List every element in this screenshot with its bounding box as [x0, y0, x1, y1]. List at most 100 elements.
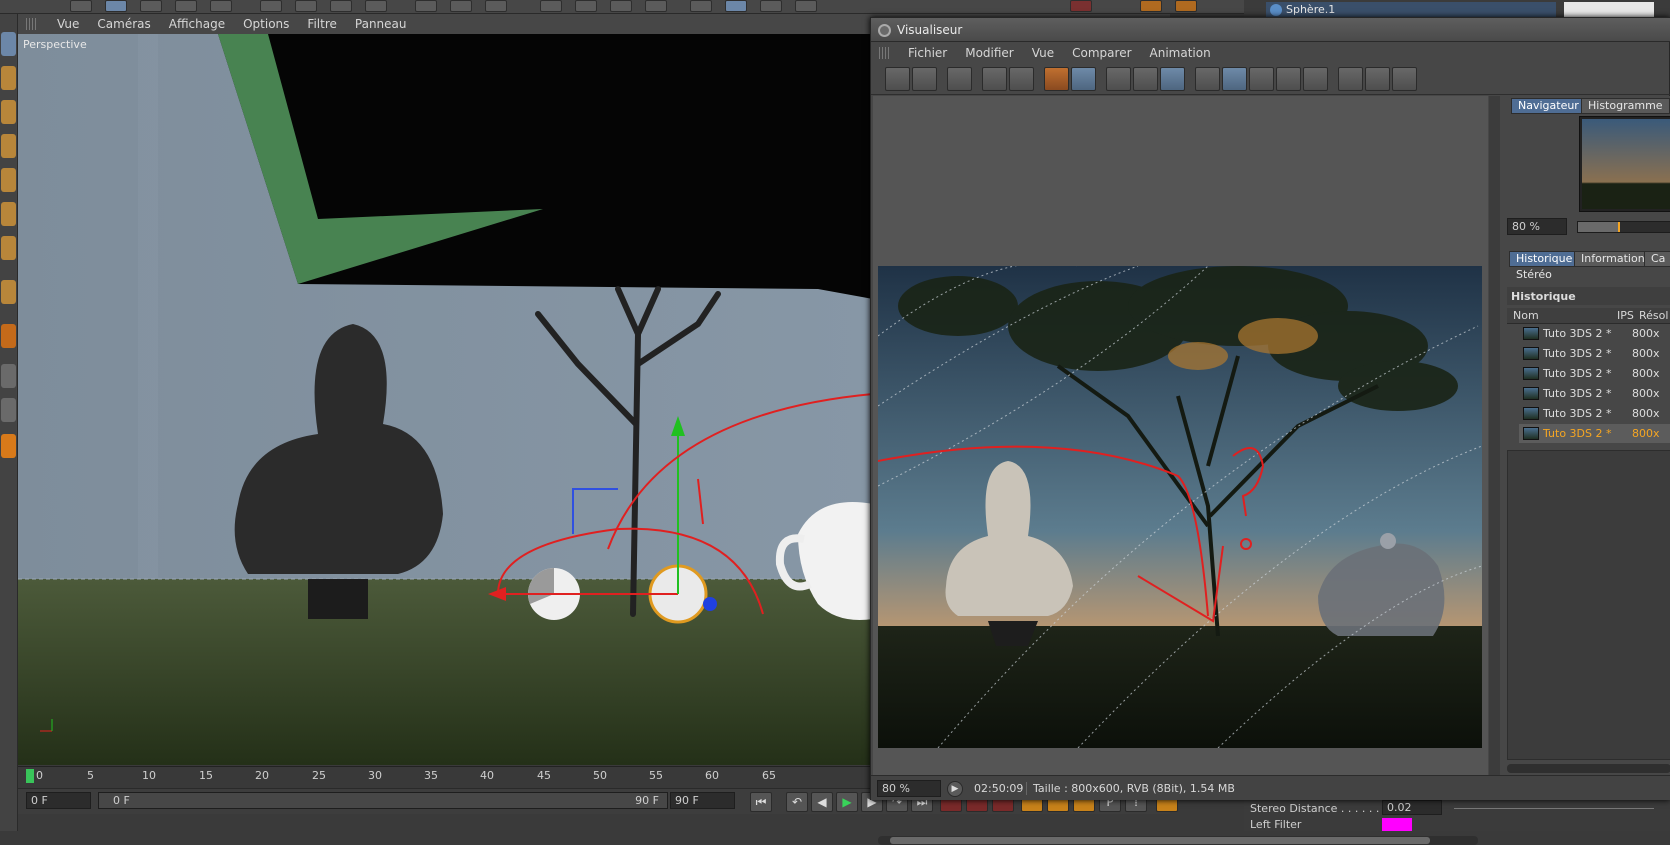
menu-panneau[interactable]: Panneau: [346, 17, 416, 31]
tab-historique[interactable]: Historique: [1509, 251, 1580, 267]
camera-label[interactable]: Perspective: [23, 38, 87, 51]
deformer-icon[interactable]: [690, 0, 712, 12]
history-row[interactable]: Tuto 3DS 2 * 800x: [1519, 384, 1670, 403]
zoom-search-icon[interactable]: [1009, 67, 1034, 91]
undo-icon[interactable]: [70, 0, 92, 12]
save-icon[interactable]: [912, 67, 937, 91]
range-slider[interactable]: 0 F 90 F: [98, 792, 668, 809]
menu-affichage[interactable]: Affichage: [160, 17, 234, 31]
stereo-distance-slider[interactable]: [1454, 808, 1654, 809]
menu-options[interactable]: Options: [234, 17, 298, 31]
menu-animation[interactable]: Animation: [1141, 46, 1220, 60]
tweak-icon[interactable]: [1, 324, 16, 348]
column-nom[interactable]: Nom: [1513, 309, 1539, 322]
array-icon[interactable]: [645, 0, 667, 12]
grid-icon[interactable]: [947, 67, 972, 91]
axis-mode-icon[interactable]: [1, 280, 16, 304]
nurbs-icon[interactable]: [610, 0, 632, 12]
menu-modifier[interactable]: Modifier: [956, 46, 1023, 60]
stereo-distance-field[interactable]: 0.02: [1382, 800, 1442, 815]
rendered-image[interactable]: [878, 266, 1482, 748]
stereo-both-icon[interactable]: [1392, 67, 1417, 91]
zoom-slider-handle[interactable]: [1618, 222, 1620, 232]
ab-split-icon[interactable]: [1222, 67, 1247, 91]
y-axis-icon[interactable]: [295, 0, 317, 12]
solo-icon[interactable]: [1, 434, 16, 458]
prev-frame-icon[interactable]: ◀: [811, 792, 833, 812]
menu-comparer[interactable]: Comparer: [1063, 46, 1140, 60]
window-titlebar[interactable]: Visualiseur: [871, 18, 1670, 42]
compare-view-icon[interactable]: [1160, 67, 1185, 91]
history-row[interactable]: Tuto 3DS 2 * 800x: [1519, 364, 1670, 383]
open-icon[interactable]: [885, 67, 910, 91]
navigator-thumbnail[interactable]: [1579, 116, 1670, 212]
object-mode-icon[interactable]: [1, 66, 16, 90]
render-settings-icon[interactable]: [485, 0, 507, 12]
navigator-zoom-slider[interactable]: [1577, 221, 1670, 233]
snap-icon[interactable]: [1, 364, 16, 388]
model-mode-icon[interactable]: [1, 32, 16, 56]
history-row[interactable]: Tuto 3DS 2 * 800x: [1519, 404, 1670, 423]
cube-icon[interactable]: [540, 0, 562, 12]
timeline-ruler[interactable]: 0 5 10 15 20 25 30 35 40 45 50 55 60 65: [18, 766, 873, 788]
polygons-mode-icon[interactable]: [1, 236, 16, 260]
camera-icon[interactable]: [760, 0, 782, 12]
menu-cameras[interactable]: Caméras: [88, 17, 159, 31]
points-mode-icon[interactable]: [1, 168, 16, 192]
column-ips[interactable]: IPS: [1617, 309, 1634, 322]
playhead[interactable]: [26, 769, 34, 783]
goto-start-icon[interactable]: ⏮: [750, 792, 772, 812]
spline-icon[interactable]: [575, 0, 597, 12]
stereo-right-icon[interactable]: [1365, 67, 1390, 91]
start-frame-field[interactable]: 0 F: [26, 792, 91, 809]
horizontal-scrollbar[interactable]: [878, 836, 1478, 845]
history-row[interactable]: Tuto 3DS 2 * 800x: [1519, 344, 1670, 363]
show-single-icon[interactable]: [1106, 67, 1131, 91]
paste-layer-icon[interactable]: [1071, 67, 1096, 91]
rotate-tool-icon[interactable]: [175, 0, 197, 12]
status-zoom-field[interactable]: 80 %: [877, 780, 941, 797]
menu-vue[interactable]: Vue: [1023, 46, 1063, 60]
tab-histogramme[interactable]: Histogramme: [1581, 98, 1670, 114]
coordinate-system-icon[interactable]: [365, 0, 387, 12]
menu-fichier[interactable]: Fichier: [899, 46, 956, 60]
tab-ca[interactable]: Ca: [1644, 251, 1670, 267]
left-filter-swatch[interactable]: [1382, 818, 1412, 831]
select-tool-icon[interactable]: [210, 0, 232, 12]
tab-stereo[interactable]: Stéréo: [1509, 267, 1559, 283]
keyframe-icon[interactable]: [1140, 0, 1162, 12]
history-row[interactable]: Tuto 3DS 2 * 800x: [1519, 324, 1670, 343]
play-icon[interactable]: ▶: [836, 792, 858, 812]
workplane-icon[interactable]: [1, 134, 16, 158]
light-icon[interactable]: [795, 0, 817, 12]
tab-information[interactable]: Information: [1574, 251, 1652, 267]
side-panel-scrollbar[interactable]: [1507, 764, 1670, 773]
play-icon[interactable]: ▶: [947, 781, 963, 797]
viewer-canvas[interactable]: [873, 96, 1488, 845]
floor-icon[interactable]: [725, 0, 747, 12]
3d-viewport[interactable]: Perspective: [18, 34, 873, 765]
stereo-left-icon[interactable]: [1338, 67, 1363, 91]
end-frame-field[interactable]: 90 F: [670, 792, 735, 809]
menu-vue[interactable]: Vue: [48, 17, 88, 31]
z-axis-icon[interactable]: [330, 0, 352, 12]
render-region-icon[interactable]: [982, 67, 1007, 91]
locked-workplane-icon[interactable]: [1, 398, 16, 422]
vertical-scrollbar[interactable]: [1489, 96, 1500, 776]
move-tool-icon[interactable]: [105, 0, 127, 12]
menu-filtre[interactable]: Filtre: [298, 17, 345, 31]
ab-icon[interactable]: [1195, 67, 1220, 91]
set-b-icon[interactable]: [1303, 67, 1328, 91]
column-resolution[interactable]: Résol: [1639, 309, 1668, 322]
ab-swap-icon[interactable]: [1249, 67, 1274, 91]
texture-mode-icon[interactable]: [1, 100, 16, 124]
render-picture-viewer-icon[interactable]: [450, 0, 472, 12]
tab-navigateur[interactable]: Navigateur: [1511, 98, 1586, 114]
copy-layer-icon[interactable]: [1044, 67, 1069, 91]
edges-mode-icon[interactable]: [1, 202, 16, 226]
x-axis-icon[interactable]: [260, 0, 282, 12]
show-all-icon[interactable]: [1133, 67, 1158, 91]
set-a-icon[interactable]: [1276, 67, 1301, 91]
scale-tool-icon[interactable]: [140, 0, 162, 12]
autokey-icon[interactable]: [1175, 0, 1197, 12]
